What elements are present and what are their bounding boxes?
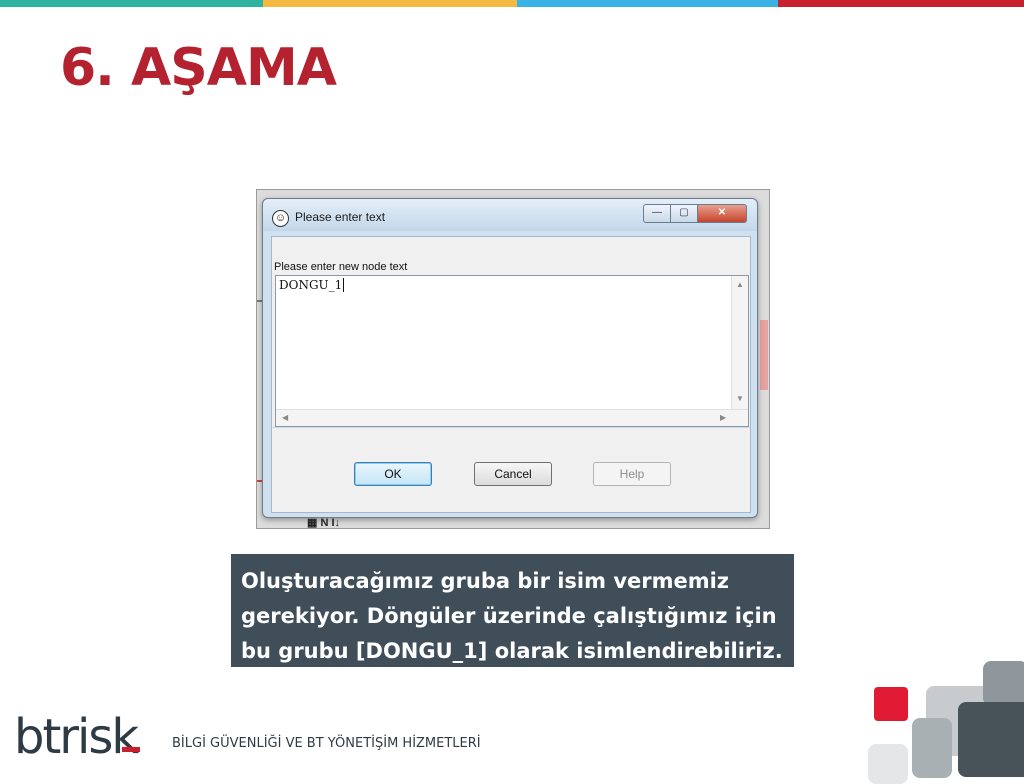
scroll-up-icon[interactable]: ▲ <box>736 280 744 289</box>
node-text-value: DONGU_1 <box>279 278 345 292</box>
deco-square-gray-soft <box>912 718 952 778</box>
deco-square-gray-mid <box>983 661 1024 706</box>
caption-line: gerekiyor. Döngüler üzerinde çalıştığımı… <box>241 604 777 628</box>
top-color-bar <box>0 0 1024 7</box>
top-bar-yellow <box>263 0 517 7</box>
app-icon: ☺ <box>272 210 289 227</box>
help-button[interactable]: Help <box>593 462 671 486</box>
dialog-screenshot: ☺ Please enter text — ▢ ✕ Please enter n… <box>256 189 770 529</box>
top-bar-blue <box>517 0 778 7</box>
dialog-titlebar[interactable]: ☺ Please enter text — ▢ ✕ <box>263 199 757 231</box>
scroll-down-icon[interactable]: ▼ <box>736 394 744 403</box>
scroll-right-icon[interactable]: ▶ <box>720 413 726 422</box>
ok-button[interactable]: OK <box>354 462 432 486</box>
brand-tagline: BİLGİ GÜVENLİĞİ VE BT YÖNETİŞİM HİZMETLE… <box>172 736 481 751</box>
slide-title: 6. AŞAMA <box>60 38 337 98</box>
deco-square-gray-pale <box>868 744 908 784</box>
caption-line: bu grubu [DONGU_1] olarak isimlendirebil… <box>241 639 783 663</box>
dialog-title: Please enter text <box>295 210 386 224</box>
dialog-separator <box>272 427 750 428</box>
brand-accent-bar <box>122 747 140 752</box>
dialog-window: ☺ Please enter text — ▢ ✕ Please enter n… <box>262 198 758 518</box>
brand-logo: btrisk <box>14 709 139 765</box>
top-bar-red <box>778 0 1024 7</box>
top-bar-teal <box>0 0 263 7</box>
prompt-label: Please enter new node text <box>274 261 408 273</box>
horizontal-scrollbar[interactable]: ◀ ▶ <box>276 409 748 426</box>
cancel-button[interactable]: Cancel <box>474 462 552 486</box>
caption-box: Oluşturacağımız gruba bir isim vermemiz … <box>231 554 794 667</box>
close-button[interactable]: ✕ <box>697 204 747 223</box>
dialog-content: Please enter new node text DONGU_1 ▲ ▼ ◀… <box>271 236 751 513</box>
node-text-input[interactable]: DONGU_1 ▲ ▼ ◀ ▶ <box>275 275 749 427</box>
background-toolbar-fragment: ▦ N I↓ <box>307 517 341 529</box>
minimize-button[interactable]: — <box>643 204 671 223</box>
caption-line: Oluşturacağımız gruba bir isim vermemiz <box>241 569 730 593</box>
maximize-button[interactable]: ▢ <box>670 204 698 223</box>
deco-square-gray-dark <box>958 702 1024 777</box>
deco-square-red <box>874 687 908 721</box>
scroll-left-icon[interactable]: ◀ <box>282 413 288 422</box>
vertical-scrollbar[interactable]: ▲ ▼ <box>731 276 748 409</box>
